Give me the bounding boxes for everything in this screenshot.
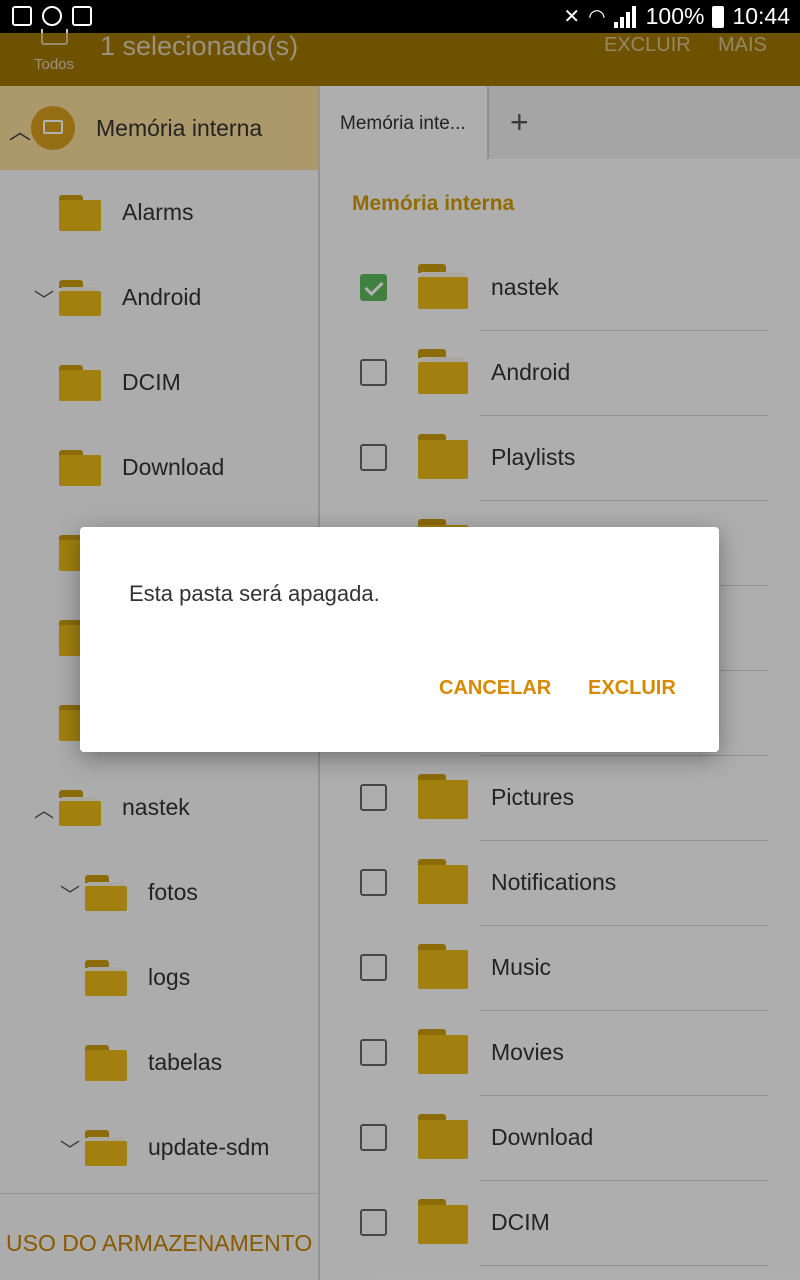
status-bar: ✕ ◠ 100% 10:44 xyxy=(0,0,800,33)
signal-icon xyxy=(613,5,638,28)
wifi-icon: ◠ xyxy=(588,6,606,28)
battery-percent: 100% xyxy=(645,3,705,29)
confirm-delete-button[interactable]: EXCLUIR xyxy=(588,677,676,700)
mute-icon: ✕ xyxy=(563,6,581,28)
clock: 10:44 xyxy=(732,3,790,29)
battery-icon xyxy=(712,5,725,28)
dialog-message: Esta pasta será apagada. xyxy=(129,581,380,606)
cancel-button[interactable]: CANCELAR xyxy=(439,677,551,700)
sd-card-icon xyxy=(72,6,92,26)
image-icon xyxy=(12,6,32,26)
sync-icon xyxy=(42,6,62,26)
delete-confirm-dialog: Esta pasta será apagada. CANCELAR EXCLUI… xyxy=(80,527,719,752)
